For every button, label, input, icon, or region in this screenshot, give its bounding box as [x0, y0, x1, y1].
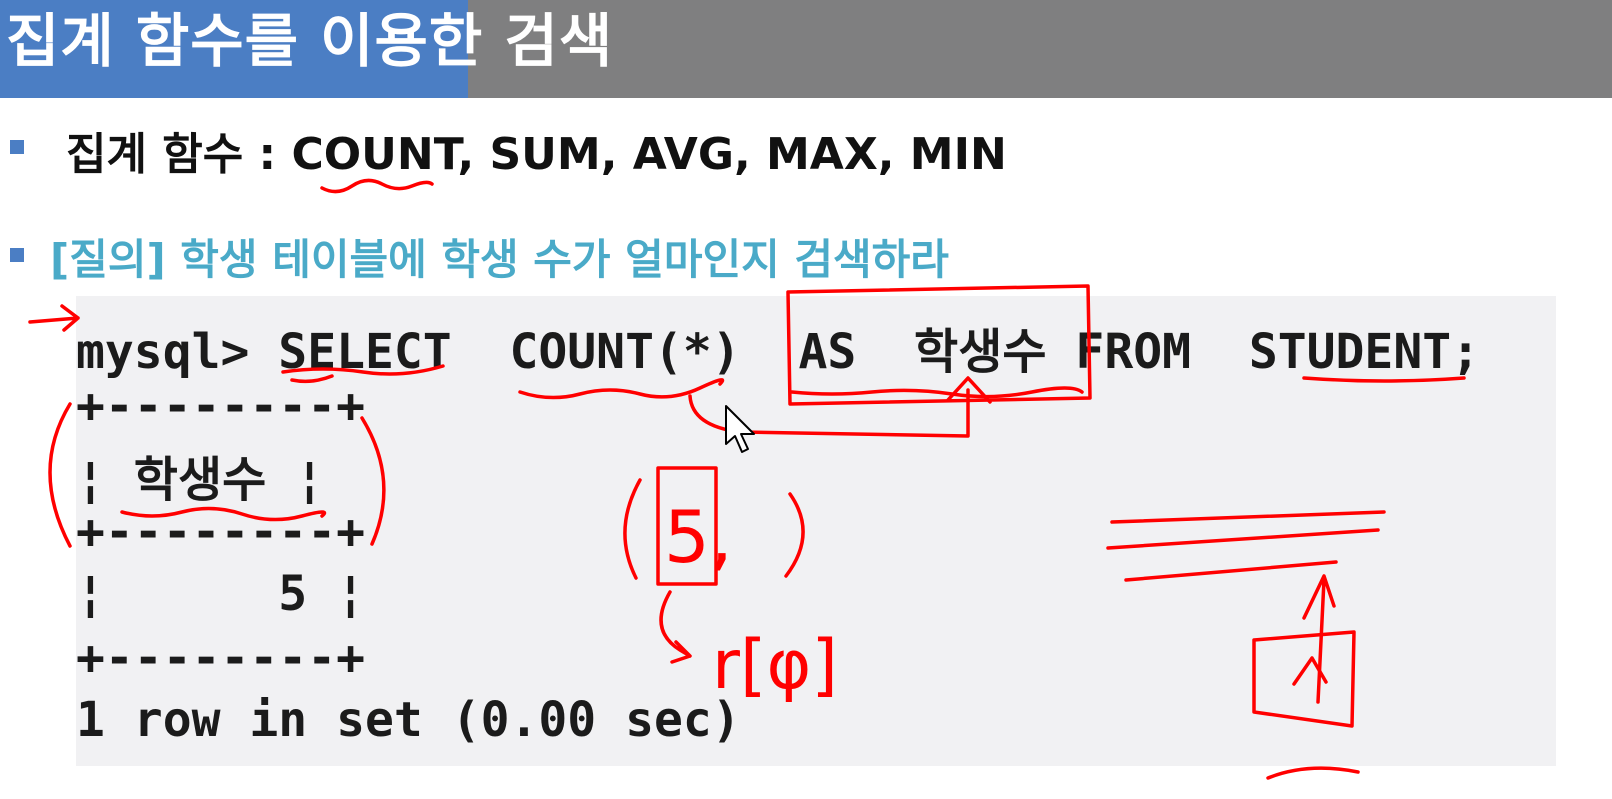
aggregate-functions-line: 집계 함수 : COUNT, SUM, AVG, MAX, MIN	[66, 129, 1007, 180]
console-border-line: +--------+	[76, 378, 365, 434]
console-value-line: ¦ 5 ¦	[76, 566, 365, 622]
arrow-to-command	[28, 304, 80, 332]
bullet-square-icon	[10, 140, 24, 154]
console-border-line: +--------+	[76, 504, 365, 560]
query-question-line: [질의] 학생 테이블에 학생 수가 얼마인지 검색하라	[50, 235, 949, 284]
slide-title: 집계 함수를 이용한 검색	[6, 7, 614, 75]
mouse-pointer-icon	[725, 405, 755, 453]
console-status-line: 1 row in set (0.00 sec)	[76, 692, 741, 748]
underline-count	[320, 178, 434, 194]
title-bar: 집계 함수를 이용한 검색	[0, 0, 1612, 98]
paren-left	[48, 402, 72, 548]
console-header-line: ¦ 학생수 ¦	[76, 452, 325, 508]
bullet-square-icon	[10, 248, 24, 262]
console-border-line: +--------+	[76, 630, 365, 686]
mysql-console: mysql> SELECT COUNT(*) AS 학생수 FROM STUDE…	[76, 296, 1556, 766]
console-command-line: mysql> SELECT COUNT(*) AS 학생수 FROM STUDE…	[76, 324, 1481, 380]
